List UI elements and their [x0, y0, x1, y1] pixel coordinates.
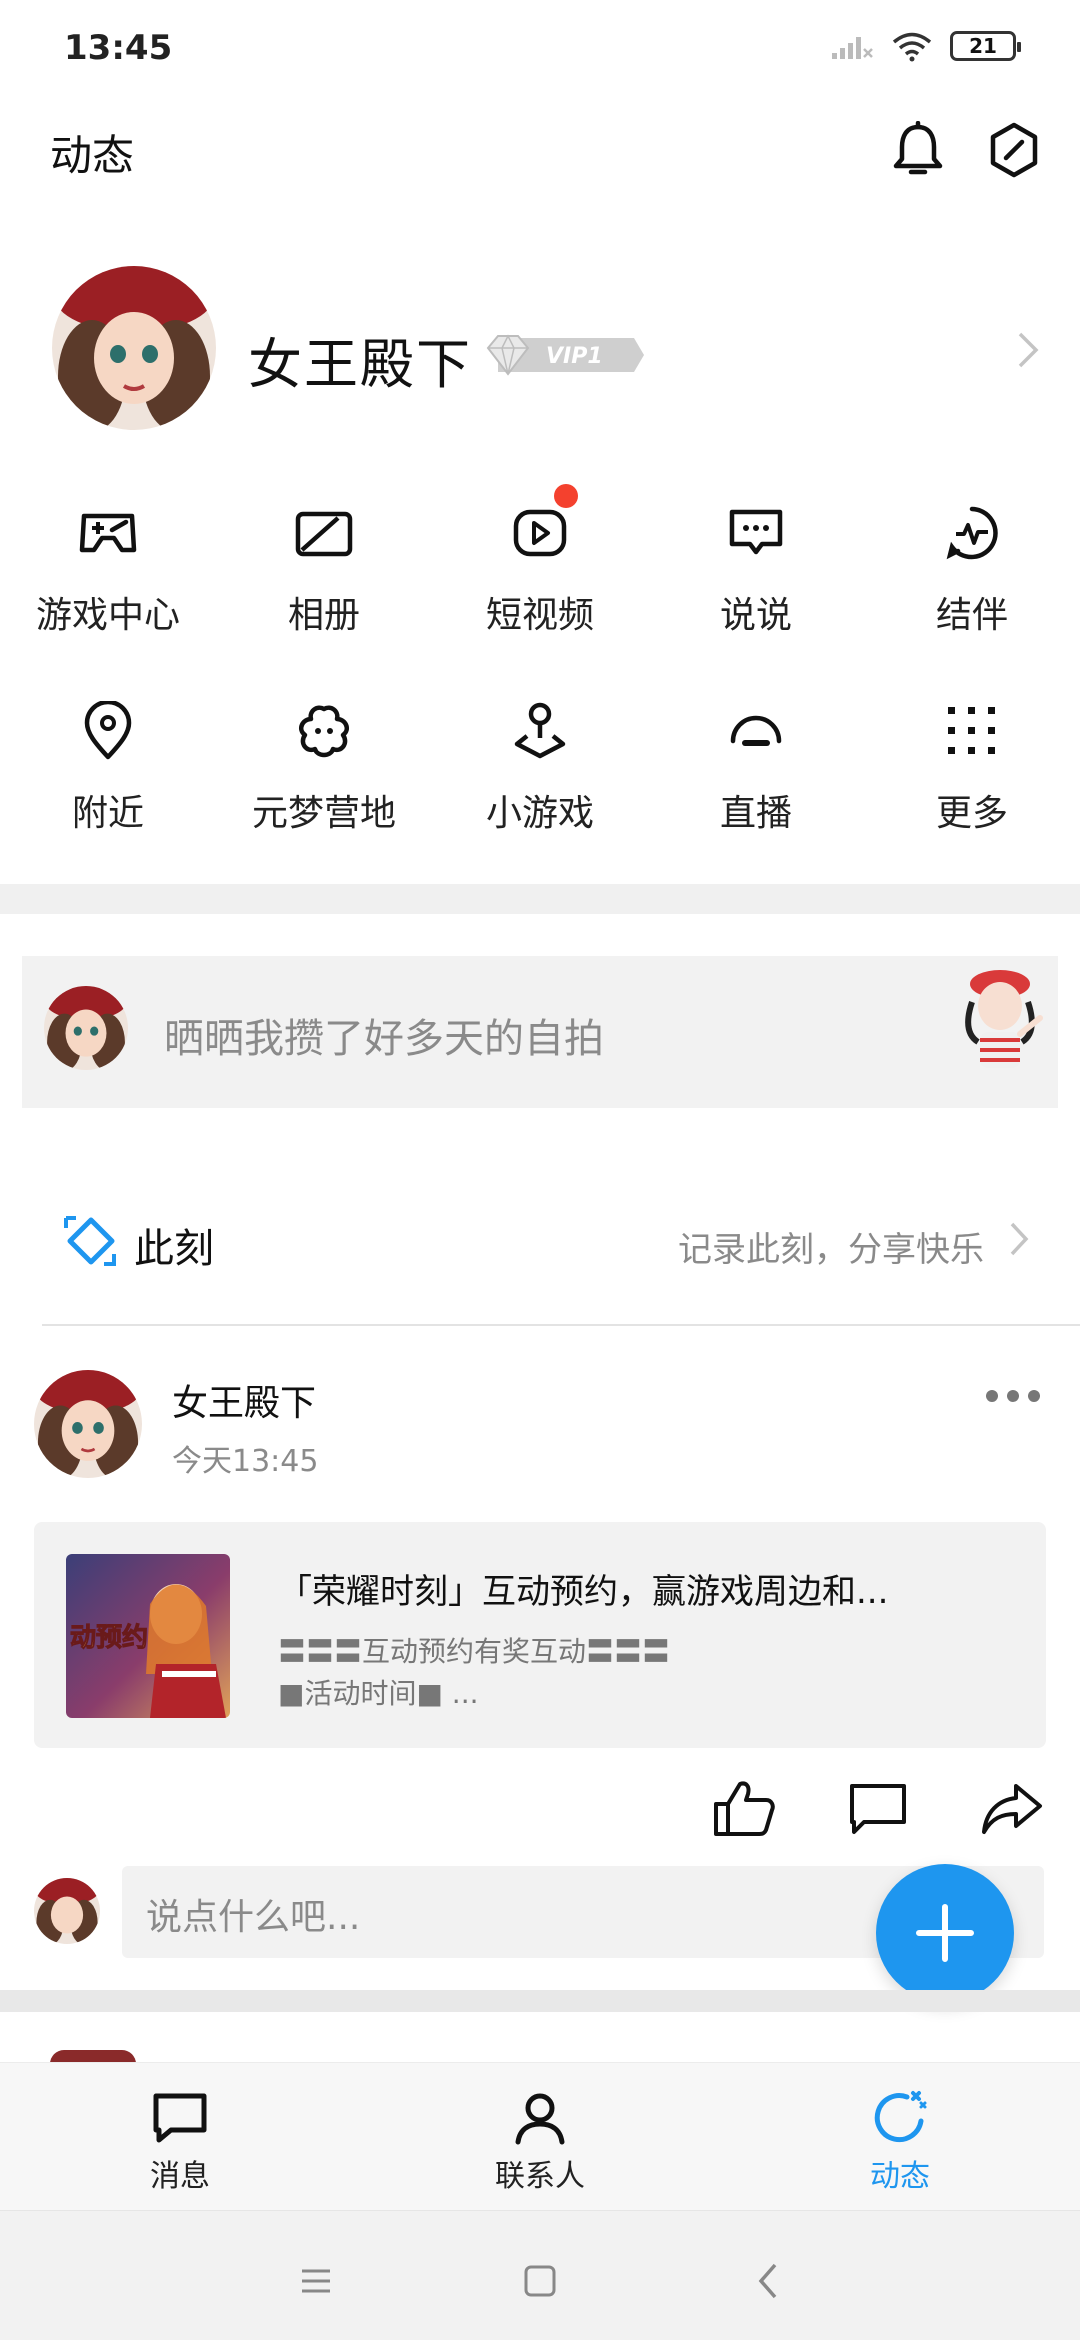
feature-more[interactable]: 更多	[864, 688, 1080, 886]
signal-icon	[832, 37, 873, 59]
feature-mini-games[interactable]: 小游戏	[432, 688, 648, 886]
gamepad-icon	[73, 498, 143, 568]
tab-feed[interactable]: 动态	[800, 2063, 1000, 2211]
moment-hint: 记录此刻，分享快乐	[678, 1230, 984, 1270]
composer-prompt: 晒晒我攒了好多天的自拍	[164, 1016, 604, 1062]
feature-short-video[interactable]: 短视频	[432, 490, 648, 688]
home-icon[interactable]	[510, 2251, 570, 2311]
feature-album[interactable]: 相册	[216, 490, 432, 688]
system-nav-bar	[0, 2210, 1080, 2340]
divider	[42, 1324, 1080, 1326]
avatar	[34, 1878, 100, 1944]
feature-game-center[interactable]: 游戏中心	[0, 490, 216, 688]
status-bar: 13:45 21	[0, 0, 1080, 96]
tab-contacts[interactable]: 联系人	[440, 2063, 640, 2211]
album-icon	[289, 498, 359, 568]
post-author[interactable]: 女王殿下	[172, 1374, 316, 1426]
wifi-icon	[892, 32, 932, 62]
refresh-star-icon	[869, 2087, 931, 2149]
more-options-icon[interactable]	[986, 1390, 1040, 1402]
post-timestamp: 今天13:45	[172, 1444, 319, 1479]
moment-row[interactable]: 此刻 记录此刻，分享快乐	[0, 1190, 1080, 1290]
bottom-nav: 消息 联系人 动态	[0, 2062, 1080, 2210]
feature-grid: 游戏中心 相册 短视频 说说 结伴 附近 元梦营地 小游戏 直播 更多	[0, 490, 1080, 886]
chevron-right-icon	[1010, 1222, 1029, 1256]
avatar	[44, 986, 128, 1070]
avatar[interactable]	[34, 1370, 142, 1478]
add-post-button[interactable]	[876, 1864, 1014, 2002]
feature-yuanmeng-camp[interactable]: 元梦营地	[216, 688, 432, 886]
short-video-icon	[505, 498, 575, 568]
status-time: 13:45	[64, 28, 173, 68]
share-thumbnail: 动预约	[66, 1554, 230, 1718]
flower-icon	[289, 696, 359, 766]
comment-icon[interactable]	[840, 1770, 916, 1846]
menu-icon[interactable]	[286, 2251, 346, 2311]
bell-icon[interactable]	[886, 118, 950, 182]
header: 动态	[0, 110, 1080, 190]
share-title: 「荣耀时刻」互动预约，赢游戏周边和...	[278, 1572, 889, 1612]
location-pin-icon	[73, 696, 143, 766]
vip-badge: VIP1	[484, 332, 644, 382]
tab-messages[interactable]: 消息	[80, 2063, 280, 2211]
message-icon	[149, 2087, 211, 2149]
avatar[interactable]	[52, 266, 216, 430]
chat-bubble-icon	[721, 498, 791, 568]
share-description: ■活动时间■ ...	[278, 1677, 479, 1710]
page-title: 动态	[50, 131, 135, 180]
share-icon[interactable]	[974, 1770, 1050, 1846]
back-icon[interactable]	[738, 2251, 798, 2311]
diamond-sparkle-icon	[64, 1216, 116, 1266]
profile-card[interactable]: 女王殿下 VIP1	[0, 260, 1080, 440]
thumb-caption: 动预约	[70, 1622, 148, 1653]
section-divider	[0, 884, 1080, 914]
share-description: 〓〓〓互动预约有奖互动〓〓〓	[278, 1635, 671, 1668]
moment-title: 此刻	[134, 1226, 214, 1272]
like-icon[interactable]	[706, 1770, 782, 1846]
settings-hexagon-icon[interactable]	[982, 118, 1046, 182]
feature-live[interactable]: 直播	[648, 688, 864, 886]
sticker-image[interactable]	[952, 962, 1048, 1072]
live-icon	[721, 696, 791, 766]
section-divider	[0, 1990, 1080, 2012]
feature-shuoshuo[interactable]: 说说	[648, 490, 864, 688]
post-actions	[0, 1770, 1080, 1850]
profile-name: 女王殿下	[248, 333, 472, 396]
post-composer[interactable]: 晒晒我攒了好多天的自拍	[22, 956, 1058, 1108]
shared-link-card[interactable]: 动预约 「荣耀时刻」互动预约，赢游戏周边和... 〓〓〓互动预约有奖互动〓〓〓 …	[34, 1522, 1046, 1748]
joystick-icon	[505, 696, 575, 766]
grid-dots-icon	[937, 696, 1007, 766]
plus-icon	[916, 1904, 974, 1962]
battery-indicator: 21	[950, 31, 1021, 61]
pulse-icon	[937, 498, 1007, 568]
chevron-right-icon	[1018, 332, 1039, 368]
vip-label: VIP1	[546, 344, 603, 369]
status-icons: 21	[830, 30, 1021, 62]
feature-nearby[interactable]: 附近	[0, 688, 216, 886]
feature-companion[interactable]: 结伴	[864, 490, 1080, 688]
notification-dot	[554, 484, 578, 508]
person-icon	[509, 2087, 571, 2149]
